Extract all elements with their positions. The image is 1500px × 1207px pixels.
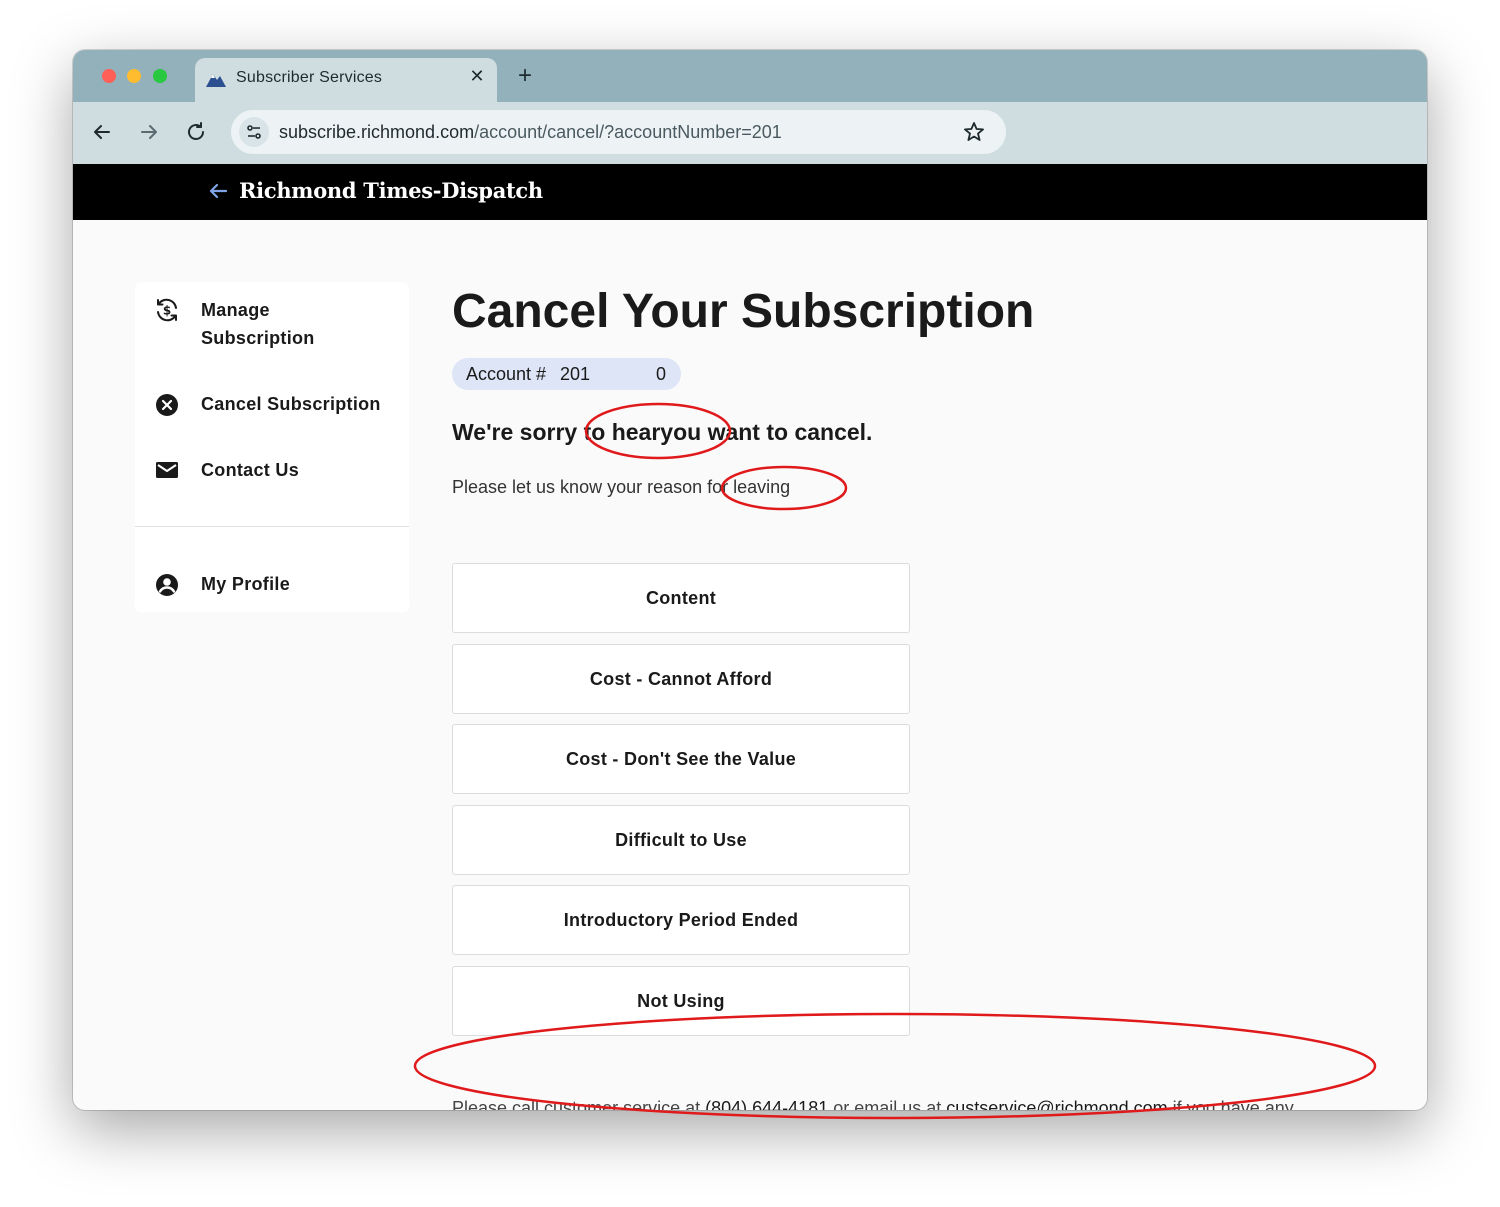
tab-title: Subscriber Services: [236, 69, 383, 86]
sidebar-divider: [135, 526, 409, 527]
reason-cost-cannot-afford-button[interactable]: Cost - Cannot Afford: [452, 644, 910, 714]
browser-tab[interactable]: Subscriber Services ✕: [195, 58, 497, 102]
sidebar-item-contact-us[interactable]: Contact Us: [135, 456, 409, 484]
site-logo[interactable]: Richmond Times-Dispatch: [239, 177, 543, 205]
maximize-window-button[interactable]: [153, 69, 167, 83]
customer-service-note: Please call customer service at (804) 64…: [452, 1094, 1362, 1110]
reload-button[interactable]: [184, 120, 208, 144]
reason-difficult-to-use-button[interactable]: Difficult to Use: [452, 805, 910, 875]
url-host: subscribe.richmond.com: [279, 122, 475, 142]
user-circle-icon: [156, 574, 178, 596]
address-bar[interactable]: subscribe.richmond.com/account/cancel/?a…: [231, 110, 1006, 154]
sidebar-item-manage-subscription[interactable]: $ Manage Subscription: [135, 296, 409, 352]
close-tab-icon[interactable]: ✕: [467, 66, 487, 86]
sidebar-item-my-profile[interactable]: My Profile: [135, 570, 409, 598]
forward-button[interactable]: [137, 120, 161, 144]
page-title: Cancel Your Subscription: [452, 285, 1035, 338]
footer-text: Please call customer service at: [452, 1098, 701, 1110]
account-number-suffix: 0: [656, 364, 667, 384]
url-text[interactable]: subscribe.richmond.com/account/cancel/?a…: [279, 122, 831, 142]
sidebar-item-cancel-subscription[interactable]: Cancel Subscription: [135, 390, 409, 418]
browser-toolbar: subscribe.richmond.com/account/cancel/?a…: [73, 102, 1427, 164]
sorry-heading: We're sorry to hearyou want to cancel.: [452, 419, 873, 445]
account-number: 201: [560, 364, 591, 384]
refresh-dollar-icon: $: [157, 298, 177, 322]
arrow-left-icon: [94, 125, 110, 139]
mountain-favicon-icon: [206, 74, 226, 87]
browser-window: Subscriber Services ✕ + subscribe.richmo…: [73, 50, 1427, 1110]
new-tab-button[interactable]: +: [513, 64, 537, 88]
reason-content-button[interactable]: Content: [452, 563, 910, 633]
close-window-button[interactable]: [102, 69, 116, 83]
sidebar-item-label: Manage Subscription: [201, 300, 315, 348]
account-label: Account #: [466, 364, 547, 384]
email-link[interactable]: custservice@richmond.com: [946, 1098, 1167, 1110]
reload-icon: [188, 122, 204, 140]
sidebar-item-label: Contact Us: [201, 460, 300, 480]
site-settings-icon[interactable]: [239, 117, 269, 147]
site-header: Richmond Times-Dispatch: [73, 164, 1427, 220]
sidebar-item-label: Cancel Subscription: [201, 394, 381, 414]
envelope-icon: [156, 462, 178, 478]
svg-text:$: $: [163, 304, 171, 318]
reason-intro-period-ended-button[interactable]: Introductory Period Ended: [452, 885, 910, 955]
phone-link[interactable]: (804) 644-4181: [705, 1098, 828, 1110]
reason-cost-no-value-button[interactable]: Cost - Don't See the Value: [452, 724, 910, 794]
account-badge: Account # 201 0: [452, 358, 681, 390]
reason-prompt: Please let us know your reason for leavi…: [452, 477, 791, 497]
footer-text: or email us at: [833, 1098, 942, 1110]
url-path: /account/cancel/?accountNumber=201: [474, 122, 782, 142]
minimize-window-button[interactable]: [127, 69, 141, 83]
bookmark-star-icon[interactable]: [962, 120, 986, 144]
back-button[interactable]: [90, 120, 114, 144]
arrow-right-icon: [141, 125, 157, 139]
reason-not-using-button[interactable]: Not Using: [452, 966, 910, 1036]
x-circle-icon: [156, 394, 178, 416]
sidebar-item-label: My Profile: [201, 574, 291, 594]
tab-strip: Subscriber Services ✕ +: [73, 50, 1427, 102]
site-back-button[interactable]: [206, 179, 230, 203]
sidebar: $ Manage Subscription Cancel Subscriptio…: [135, 282, 409, 612]
arrow-left-icon: [209, 183, 228, 199]
